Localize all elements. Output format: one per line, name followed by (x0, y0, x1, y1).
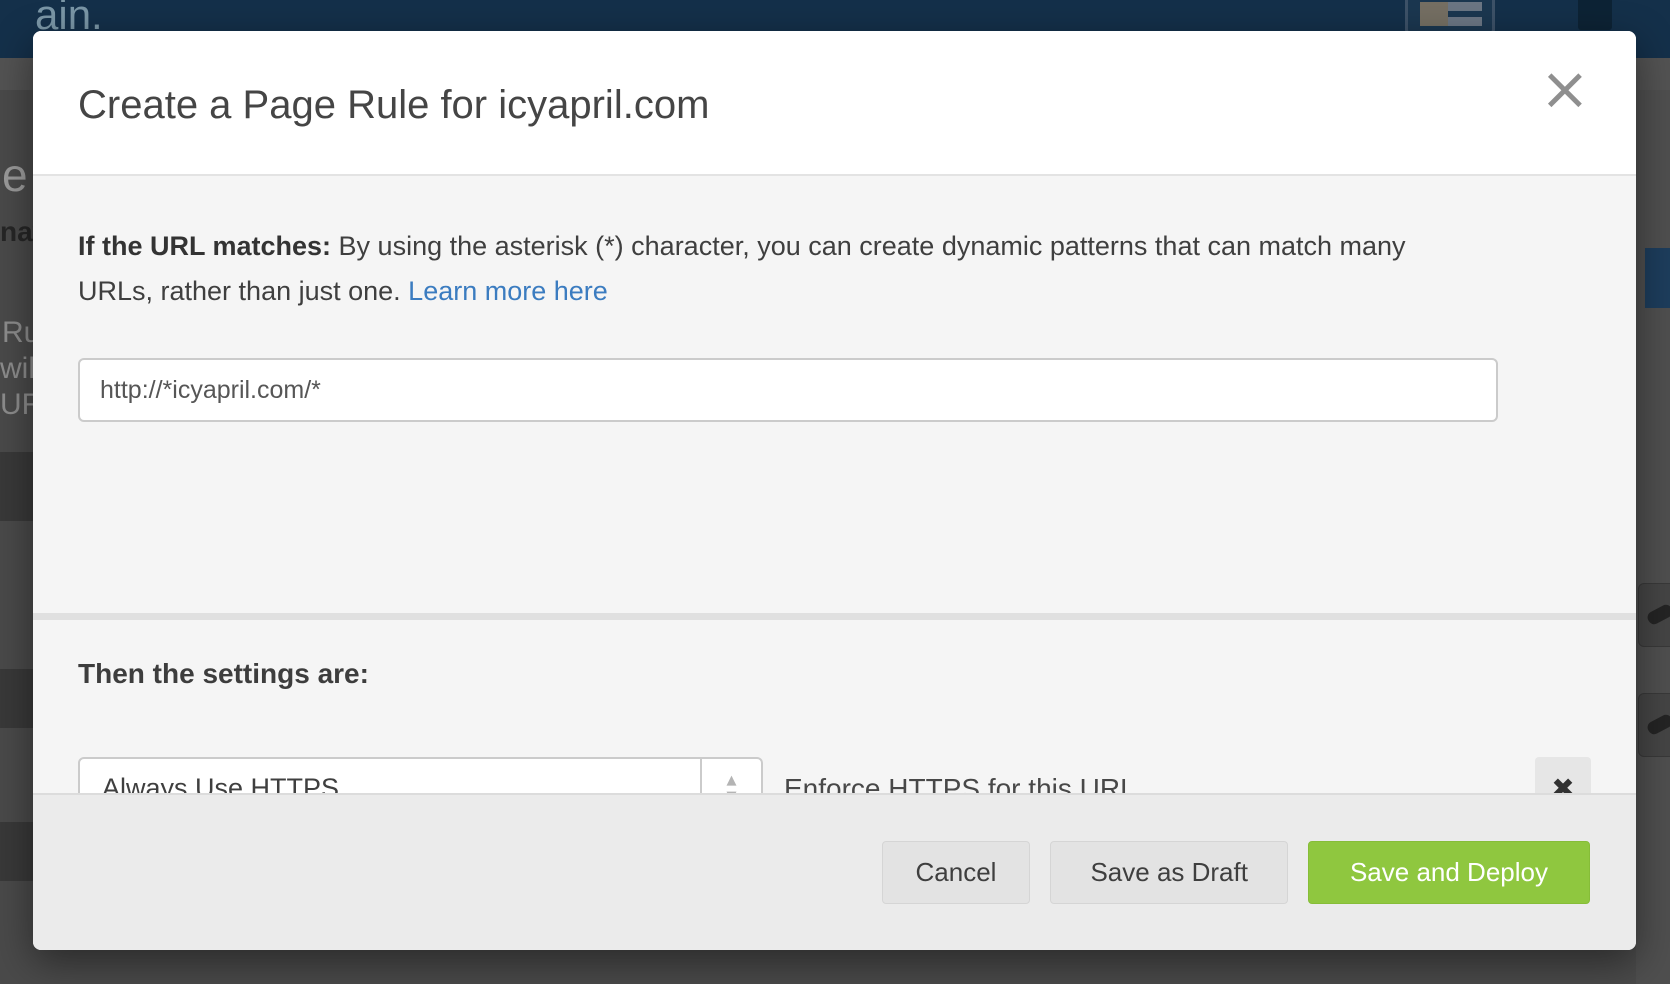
background-text-fragment: e (2, 148, 28, 202)
save-as-draft-button[interactable]: Save as Draft (1050, 841, 1288, 904)
wrench-icon (1645, 603, 1670, 627)
settings-heading: Then the settings are: (78, 658, 369, 690)
wrench-icon (1645, 713, 1670, 737)
chevron-up-icon: ▲ (727, 774, 737, 787)
modal-header: Create a Page Rule for icyapril.com × (33, 31, 1636, 176)
background-right-fragment (1636, 90, 1670, 984)
background-edit-button-fragment (1638, 583, 1670, 647)
modal-footer: Cancel Save as Draft Save and Deploy (33, 793, 1636, 950)
save-and-deploy-button[interactable]: Save and Deploy (1308, 841, 1590, 904)
background-edit-button-fragment (1638, 693, 1670, 757)
modal-body: If the URL matches: By using the asteris… (33, 176, 1636, 793)
cancel-button[interactable]: Cancel (882, 841, 1031, 904)
url-pattern-input[interactable] (78, 358, 1498, 422)
background-table-band (0, 822, 33, 881)
background-blue-button-fragment (1645, 248, 1670, 308)
learn-more-link[interactable]: Learn more here (408, 276, 608, 306)
background-left-fragment: e nav Ru will UR (0, 90, 33, 984)
url-match-description: If the URL matches: By using the asteris… (78, 224, 1448, 314)
close-icon[interactable]: × (1540, 59, 1590, 119)
background-table-band (0, 452, 33, 521)
background-profile-icon (1578, 0, 1612, 30)
create-page-rule-modal: Create a Page Rule for icyapril.com × If… (33, 31, 1636, 950)
url-match-label: If the URL matches: (78, 231, 331, 261)
page-title: Create a Page Rule for icyapril.com (78, 83, 709, 128)
background-table-band (0, 669, 33, 728)
background-apps-icon (1405, 0, 1495, 34)
section-divider (33, 613, 1636, 620)
